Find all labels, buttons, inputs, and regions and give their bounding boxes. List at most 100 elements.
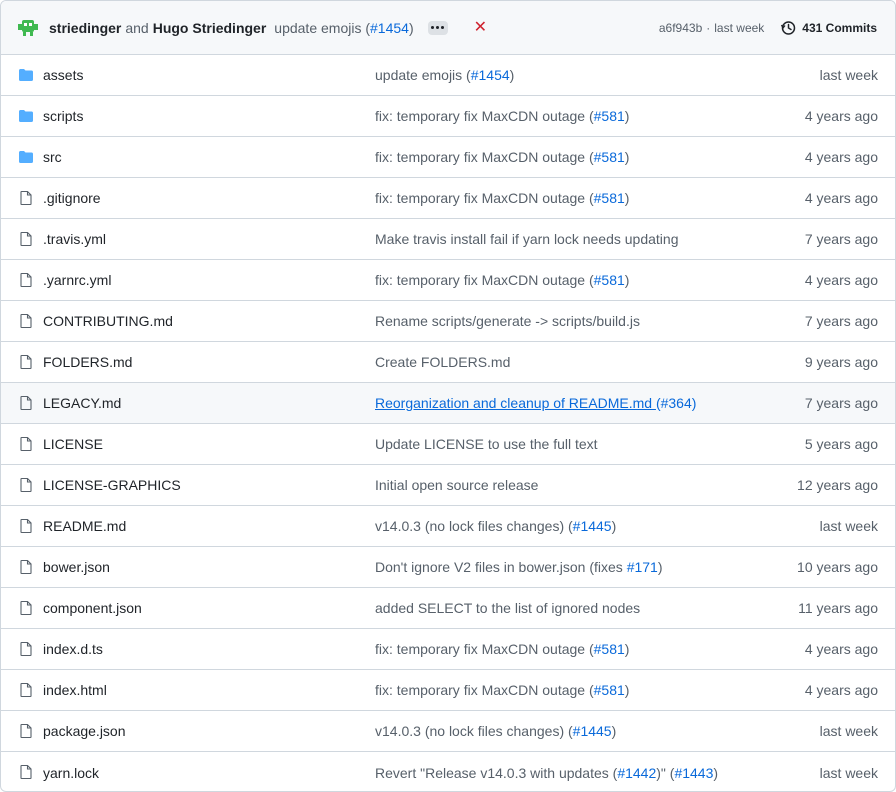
commit-message-link[interactable]: Revert "Release v14.0.3 with updates (#1… [375,765,718,781]
commit-message-link[interactable]: update emojis (#1454) [375,67,514,83]
commit-sha[interactable]: a6f943b [659,21,702,35]
commit-message-link[interactable]: Don't ignore V2 files in bower.json (fix… [375,559,663,575]
file-name-link[interactable]: LICENSE [43,436,103,452]
last-updated: 4 years ago [804,190,878,206]
pr-link[interactable]: #581 [594,108,625,124]
commit-message[interactable]: update emojis (#1454) [274,20,413,36]
latest-commit-bar: striedinger and Hugo Striedinger update … [1,1,895,55]
file-name-link[interactable]: src [43,149,62,165]
file-row[interactable]: CONTRIBUTING.md Rename scripts/generate -… [1,301,895,342]
file-name-link[interactable]: README.md [43,518,126,534]
commit-message-text[interactable]: Initial open source release [375,477,538,493]
expand-commit-button[interactable] [427,20,448,35]
last-updated: 7 years ago [804,395,878,411]
commit-message-link[interactable]: fix: temporary fix MaxCDN outage (#581) [375,190,629,206]
pr-link[interactable]: #581 [594,272,625,288]
pr-link[interactable]: #1445 [573,518,612,534]
file-list: assets update emojis (#1454) last week scri… [1,55,895,791]
commit-author-2[interactable]: Hugo Striedinger [153,20,267,36]
pr-link[interactable]: #581 [594,641,625,657]
file-row[interactable]: assets update emojis (#1454) last week [1,55,895,96]
file-row[interactable]: LICENSE Update LICENSE to use the full te… [1,424,895,465]
commit-message-text[interactable]: fix: temporary fix MaxCDN outage ( [375,641,594,657]
file-row[interactable]: README.md v14.0.3 (no lock files changes)… [1,506,895,547]
file-row[interactable]: package.json v14.0.3 (no lock files chang… [1,711,895,752]
commit-message-text[interactable]: Update LICENSE to use the full text [375,436,598,452]
commit-message-link[interactable]: Update LICENSE to use the full text [375,436,598,452]
commit-count[interactable]: 431 Commits [802,21,877,35]
commit-message-link[interactable]: v14.0.3 (no lock files changes) (#1445) [375,518,616,534]
pr-link[interactable]: #581 [594,149,625,165]
file-name-link[interactable]: component.json [43,600,142,616]
file-name-link[interactable]: .gitignore [43,190,101,206]
file-name-link[interactable]: yarn.lock [43,765,99,781]
commit-message-link[interactable]: fix: temporary fix MaxCDN outage (#581) [375,641,629,657]
commit-message-link[interactable]: Reorganization and cleanup of README.md … [375,395,696,411]
file-name-link[interactable]: CONTRIBUTING.md [43,313,173,329]
commit-message-link[interactable]: fix: temporary fix MaxCDN outage (#581) [375,682,629,698]
commit-message-text[interactable]: Revert "Release v14.0.3 with updates ( [375,765,617,781]
commit-message-link[interactable]: added SELECT to the list of ignored node… [375,600,640,616]
commit-message-text[interactable]: update emojis ( [375,67,471,83]
file-name-link[interactable]: FOLDERS.md [43,354,132,370]
file-row[interactable]: src fix: temporary fix MaxCDN outage (#58… [1,137,895,178]
file-row[interactable]: .gitignore fix: temporary fix MaxCDN outa… [1,178,895,219]
commit-message-link[interactable]: fix: temporary fix MaxCDN outage (#581) [375,272,629,288]
commit-message-text[interactable]: added SELECT to the list of ignored node… [375,600,640,616]
commit-message-link[interactable]: v14.0.3 (no lock files changes) (#1445) [375,723,616,739]
file-name-link[interactable]: bower.json [43,559,110,575]
pr-link[interactable]: #171 [627,559,658,575]
file-row[interactable]: component.json added SELECT to the list o… [1,588,895,629]
file-row[interactable]: index.d.ts fix: temporary fix MaxCDN outa… [1,629,895,670]
file-row[interactable]: LICENSE-GRAPHICS Initial open source rele… [1,465,895,506]
file-row[interactable]: scripts fix: temporary fix MaxCDN outage … [1,96,895,137]
file-name-link[interactable]: package.json [43,723,126,739]
commit-message-text[interactable]: fix: temporary fix MaxCDN outage ( [375,272,594,288]
commit-message-text[interactable]: fix: temporary fix MaxCDN outage ( [375,108,594,124]
check-failed-icon[interactable]: ✕ [474,19,487,36]
file-name-link[interactable]: LICENSE-GRAPHICS [43,477,181,493]
commit-message-link[interactable]: fix: temporary fix MaxCDN outage (#581) [375,108,629,124]
commit-message-text[interactable]: fix: temporary fix MaxCDN outage ( [375,682,594,698]
file-name-link[interactable]: index.d.ts [43,641,103,657]
commit-message-text[interactable]: Create FOLDERS.md [375,354,510,370]
pr-link[interactable]: #581 [594,190,625,206]
commit-message-text[interactable]: fix: temporary fix MaxCDN outage ( [375,149,594,165]
avatar[interactable] [15,15,41,41]
commit-pr-link[interactable]: #1454 [370,20,409,36]
commit-message-text[interactable]: v14.0.3 (no lock files changes) ( [375,723,573,739]
commit-message-link[interactable]: Initial open source release [375,477,538,493]
commit-message-link[interactable]: Create FOLDERS.md [375,354,510,370]
file-row[interactable]: bower.json Don't ignore V2 files in bower… [1,547,895,588]
commit-message-text[interactable]: update emojis [274,20,361,36]
commit-message-link[interactable]: Make travis install fail if yarn lock ne… [375,231,678,247]
pr-link[interactable]: (#364) [656,395,696,411]
commit-message-link[interactable]: fix: temporary fix MaxCDN outage (#581) [375,149,629,165]
file-name-link[interactable]: .travis.yml [43,231,106,247]
file-name-link[interactable]: index.html [43,682,107,698]
file-row[interactable]: FOLDERS.md Create FOLDERS.md 9 years ago [1,342,895,383]
commit-message-text[interactable]: Rename scripts/generate -> scripts/build… [375,313,640,329]
pr-link[interactable]: #1445 [573,723,612,739]
file-name-link[interactable]: scripts [43,108,83,124]
commit-message-text[interactable]: Don't ignore V2 files in bower.json (fix… [375,559,627,575]
commit-message-text[interactable]: Reorganization and cleanup of README.md [375,395,656,411]
file-row[interactable]: .yarnrc.yml fix: temporary fix MaxCDN out… [1,260,895,301]
pr-link[interactable]: #1443 [674,765,713,781]
file-name-link[interactable]: assets [43,67,83,83]
file-name-link[interactable]: .yarnrc.yml [43,272,111,288]
pr-link[interactable]: #1454 [471,67,510,83]
pr-link[interactable]: #581 [594,682,625,698]
file-row[interactable]: yarn.lock Revert "Release v14.0.3 with up… [1,752,895,791]
commit-message-text[interactable]: Make travis install fail if yarn lock ne… [375,231,678,247]
commits-link[interactable]: 431 Commits [780,20,877,36]
file-row[interactable]: LEGACY.md Reorganization and cleanup of R… [1,383,895,424]
commit-message-text[interactable]: v14.0.3 (no lock files changes) ( [375,518,573,534]
commit-message-link[interactable]: Rename scripts/generate -> scripts/build… [375,313,640,329]
file-row[interactable]: .travis.yml Make travis install fail if y… [1,219,895,260]
file-name-link[interactable]: LEGACY.md [43,395,121,411]
commit-author-1[interactable]: striedinger [49,20,121,36]
pr-link[interactable]: #1442 [617,765,656,781]
file-row[interactable]: index.html fix: temporary fix MaxCDN outa… [1,670,895,711]
commit-message-text[interactable]: fix: temporary fix MaxCDN outage ( [375,190,594,206]
